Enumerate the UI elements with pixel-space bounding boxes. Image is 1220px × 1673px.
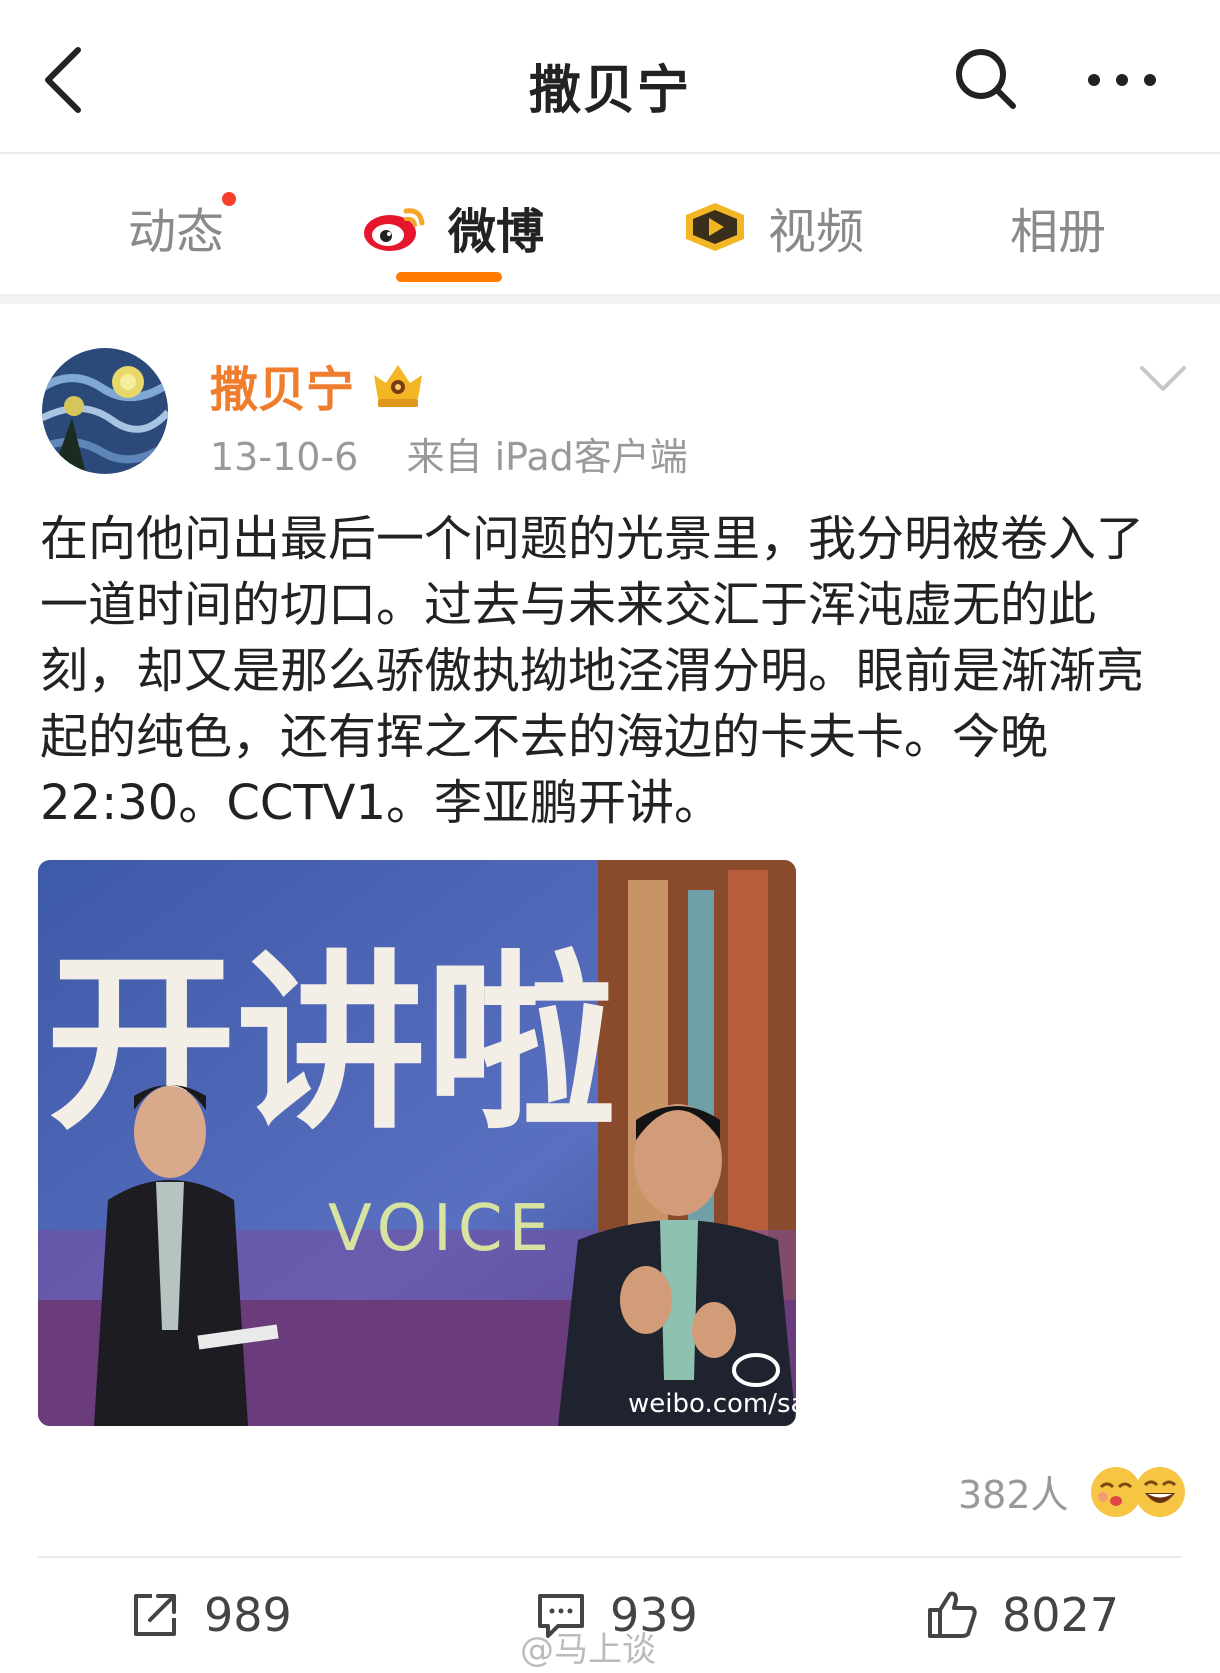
tab-album[interactable]: 相册: [1010, 192, 1106, 262]
search-button[interactable]: [953, 46, 1019, 112]
svg-text:weibo.com/sal: weibo.com/sal: [628, 1389, 796, 1419]
repost-count: 989: [204, 1588, 292, 1642]
chevron-down-icon: [1140, 366, 1186, 391]
top-bar: 撒贝宁: [0, 0, 1220, 154]
tab-label: 动态: [128, 204, 225, 260]
tab-dynamics[interactable]: 动态: [128, 192, 236, 262]
reaction-count: 382人: [958, 1473, 1069, 1517]
repost-button[interactable]: 989: [128, 1588, 292, 1642]
tab-label: 视频: [768, 204, 865, 260]
show-voice-text: VOICE: [328, 1192, 555, 1266]
post-source: 来自 iPad客户端: [406, 435, 688, 479]
more-horizontal-icon: [1088, 74, 1156, 86]
reaction-summary[interactable]: 382人: [958, 1464, 1187, 1519]
author-name[interactable]: 撒贝宁: [210, 350, 354, 420]
page-title: 撒贝宁: [528, 61, 691, 121]
show-sign-text: 开讲啦: [46, 934, 616, 1155]
more-button[interactable]: [1082, 50, 1162, 110]
author-row: 撒贝宁: [210, 350, 428, 420]
avatar-image: [42, 348, 168, 474]
post-date: 13-10-6: [210, 435, 359, 479]
avatar[interactable]: [42, 348, 168, 474]
share-icon: [134, 1594, 176, 1636]
profile-tabs: 动态 微博 视频 相册: [0, 154, 1220, 294]
tab-video[interactable]: 视频: [682, 192, 864, 262]
crown-badge-icon: [374, 365, 423, 407]
tab-label: 微博: [448, 204, 545, 260]
section-separator: [0, 294, 1220, 304]
notification-dot: [222, 192, 236, 206]
tab-label: 相册: [1010, 204, 1107, 260]
video-play-icon: [686, 203, 744, 251]
weibo-logo-icon: [364, 208, 425, 251]
post-text: 在向他问出最后一个问题的光景里，我分明被卷入了一道时间的切口。过去与未来交汇于浑…: [40, 511, 1145, 831]
image-watermark: @马上谈: [520, 1630, 656, 1670]
thumbs-up-icon: [928, 1591, 977, 1638]
like-count: 8027: [1002, 1588, 1120, 1642]
search-icon: [956, 49, 1016, 109]
post-menu-button[interactable]: [1138, 362, 1188, 396]
laugh-emoji-icon: [1134, 1466, 1185, 1517]
tab-weibo[interactable]: 微博: [362, 192, 544, 262]
post-image[interactable]: 开讲啦 VOICE weibo.com/sal: [38, 860, 796, 1426]
like-button[interactable]: 8027: [926, 1588, 1119, 1642]
tv-show-photo: 开讲啦 VOICE weibo.com/sal: [38, 860, 796, 1426]
action-divider: [38, 1556, 1182, 1558]
active-tab-indicator: [396, 272, 502, 282]
post-meta: 13-10-6 来自 iPad客户端: [210, 426, 688, 481]
